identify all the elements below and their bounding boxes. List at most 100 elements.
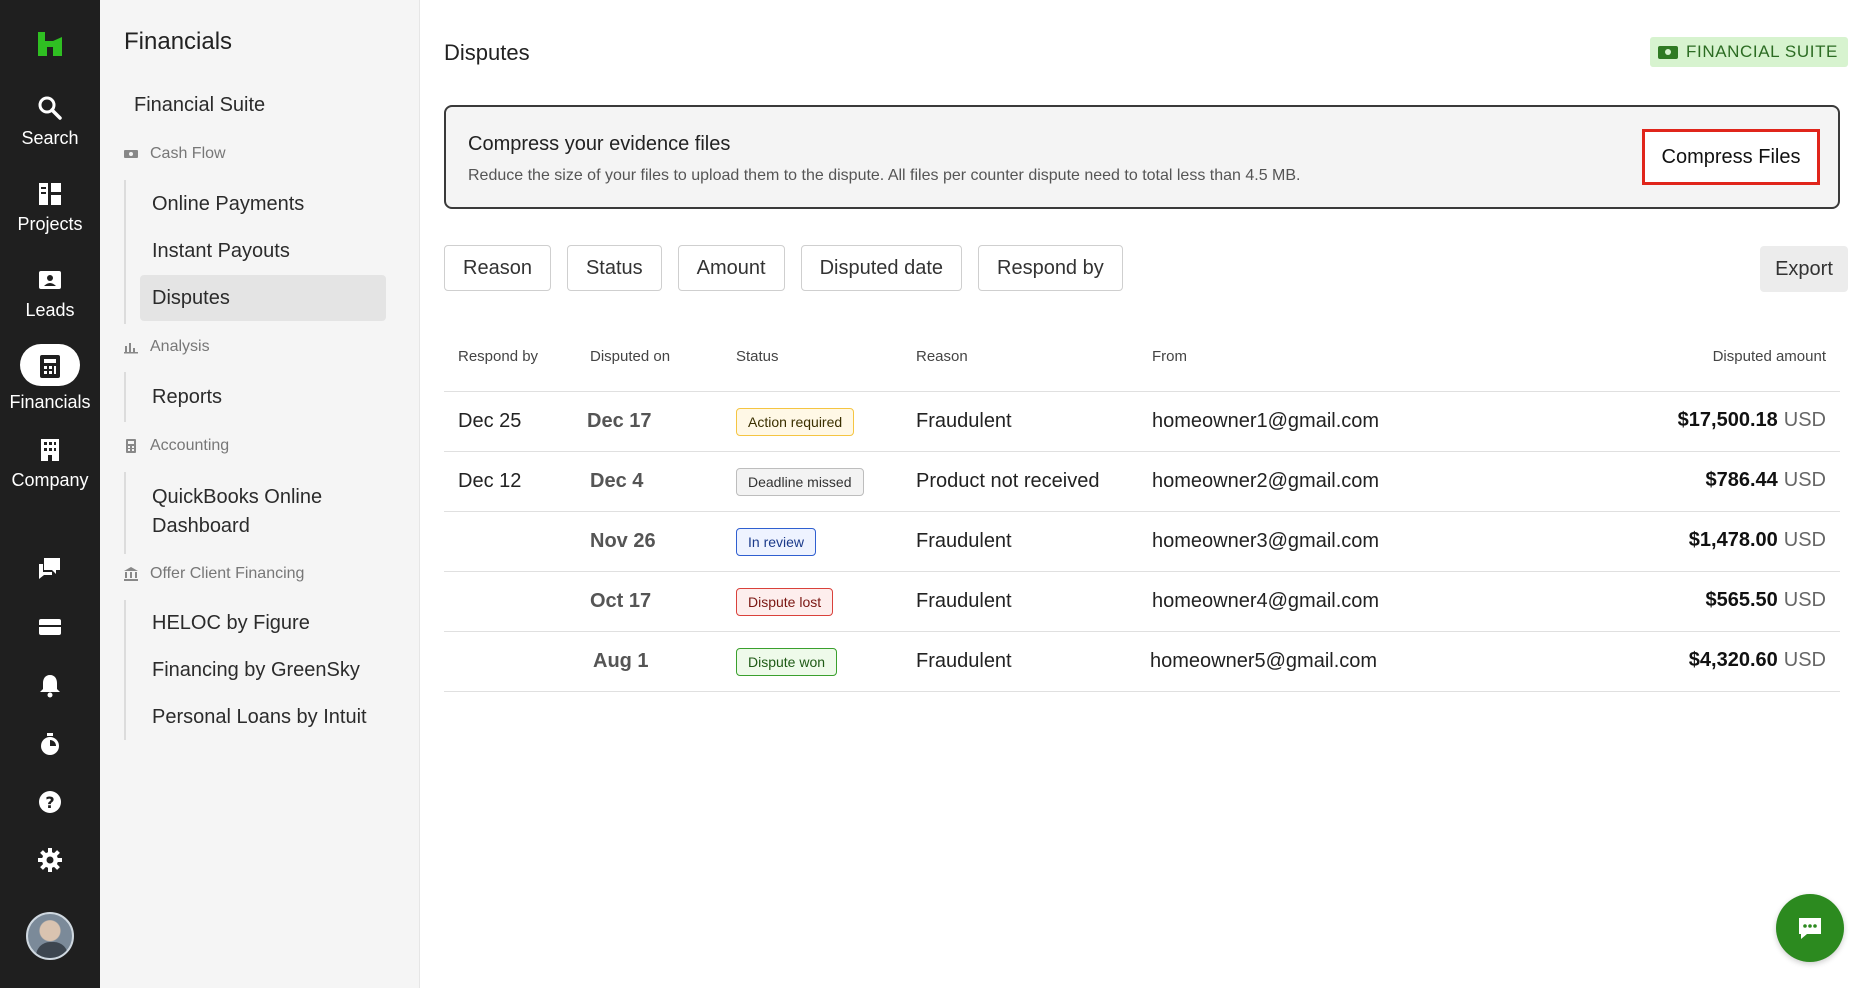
cash-icon [124, 150, 138, 158]
chat-button[interactable] [1776, 894, 1844, 962]
from-cell: homeowner1@gmail.com [1152, 410, 1380, 432]
amount-value: $17,500.18 [1677, 409, 1778, 431]
sidebar-item-personal-loans[interactable]: Personal Loans by Intuit [152, 706, 367, 729]
sidebar-item-financial-suite[interactable]: Financial Suite [134, 94, 265, 117]
section-client-financing: Offer Client Financing [124, 565, 304, 583]
section-divider [124, 472, 126, 554]
column-header[interactable]: Disputed amount [1713, 348, 1826, 365]
disputes-table: Respond by Disputed on Status Reason Fro… [444, 330, 1840, 692]
rail-label: Projects [17, 214, 83, 234]
disputed-on-cell: Aug 1 [593, 650, 649, 672]
section-label: Analysis [150, 338, 210, 355]
amount-value: $4,320.60 [1688, 649, 1778, 671]
table-row[interactable]: Nov 26 In review Fraudulent homeowner3@g… [444, 512, 1840, 572]
sidebar-item-instant-payouts[interactable]: Instant Payouts [152, 240, 290, 263]
from-cell: homeowner2@gmail.com [1152, 470, 1380, 492]
financial-suite-badge: FINANCIAL SUITE [1650, 37, 1848, 67]
rail-item-leads[interactable]: Leads [0, 266, 100, 321]
from-cell: homeowner3@gmail.com [1152, 530, 1380, 552]
disputed-on-cell: Nov 26 [590, 530, 656, 552]
compress-banner: Compress your evidence files Reduce the … [444, 105, 1840, 209]
sidebar-item-disputes[interactable]: Disputes [152, 287, 230, 310]
avatar[interactable] [26, 912, 74, 960]
banner-title: Compress your evidence files [468, 133, 731, 155]
amount-cell: $4,320.60 USD [1689, 649, 1826, 672]
sidebar-title: Financials [124, 28, 233, 55]
filter-amount-button[interactable]: Amount [677, 245, 785, 291]
from-cell: homeowner4@gmail.com [1152, 590, 1380, 612]
reason-cell: Product not received [916, 470, 1100, 492]
section-divider [124, 600, 126, 740]
filter-disputed-date-button[interactable]: Disputed date [800, 245, 962, 291]
section-cash-flow: Cash Flow [124, 145, 226, 163]
sidebar-item-quickbooks-dashboard[interactable]: QuickBooks Online Dashboard [152, 483, 322, 541]
rail-label: Search [21, 128, 79, 148]
bell-icon[interactable] [36, 672, 64, 700]
company-icon [41, 439, 59, 461]
table-row[interactable]: Dec 12 Dec 4 Deadline missed Product not… [444, 452, 1840, 512]
respond-by-cell: Dec 12 [458, 470, 522, 492]
rail-item-projects[interactable]: Projects [0, 180, 100, 235]
section-label: Cash Flow [150, 145, 226, 162]
section-divider [124, 180, 126, 324]
help-icon[interactable]: ? [36, 788, 64, 816]
sidebar-item-greensky[interactable]: Financing by GreenSky [152, 659, 360, 682]
column-header[interactable]: Reason [916, 348, 968, 365]
reason-cell: Fraudulent [916, 590, 1012, 612]
disputed-on-cell: Dec 4 [590, 470, 644, 492]
table-header: Respond by Disputed on Status Reason Fro… [444, 330, 1840, 392]
sidebar-item-online-payments[interactable]: Online Payments [152, 193, 304, 216]
rail-item-search[interactable]: Search [0, 94, 100, 149]
financials-sidebar: Financials Financial Suite Cash Flow Onl… [100, 0, 420, 988]
leads-icon [39, 271, 61, 289]
logo-icon[interactable] [36, 30, 64, 58]
table-row[interactable]: Oct 17 Dispute lost Fraudulent homeowner… [444, 572, 1840, 632]
sidebar-item-heloc[interactable]: HELOC by Figure [152, 612, 310, 635]
search-icon [38, 96, 62, 120]
compress-files-button[interactable]: Compress Files [1642, 129, 1820, 185]
section-label: Accounting [150, 437, 230, 454]
filter-reason-button[interactable]: Reason [444, 245, 551, 291]
inbox-icon[interactable] [36, 613, 64, 641]
filter-status-button[interactable]: Status [566, 245, 662, 291]
rail-label: Financials [9, 392, 91, 412]
page-title: Disputes [444, 40, 530, 65]
section-analysis: Analysis [124, 338, 210, 356]
column-header[interactable]: Respond by [458, 348, 538, 365]
amount-cell: $786.44 USD [1705, 469, 1826, 492]
sidebar-item-label: QuickBooks Online [152, 486, 323, 508]
rail-label: Leads [25, 300, 75, 320]
rail-item-company[interactable]: Company [0, 436, 100, 491]
gear-icon[interactable] [36, 846, 64, 874]
reason-cell: Fraudulent [916, 650, 1012, 672]
currency: USD [1783, 649, 1826, 671]
section-label: Offer Client Financing [150, 565, 305, 582]
column-header[interactable]: Status [736, 348, 779, 365]
rail-item-financials[interactable]: Financials [0, 344, 100, 413]
currency: USD [1783, 409, 1826, 431]
amount-cell: $1,478.00 USD [1689, 529, 1826, 552]
filter-bar: Reason Status Amount Disputed date Respo… [444, 245, 1123, 291]
column-header[interactable]: From [1152, 348, 1187, 365]
status-badge: Deadline missed [736, 468, 864, 496]
badge-label: FINANCIAL SUITE [1686, 42, 1838, 61]
column-header[interactable]: Disputed on [590, 348, 670, 365]
amount-cell: $565.50 USD [1705, 589, 1826, 612]
table-row[interactable]: Dec 25 Dec 17 Action required Fraudulent… [444, 392, 1840, 452]
disputed-on-cell: Dec 17 [587, 410, 652, 432]
currency: USD [1783, 529, 1826, 551]
sidebar-item-reports[interactable]: Reports [152, 386, 222, 409]
section-accounting: Accounting [124, 437, 229, 455]
table-row[interactable]: Aug 1 Dispute won Fraudulent homeowner5@… [444, 632, 1840, 692]
reason-cell: Fraudulent [916, 530, 1012, 552]
disputed-on-cell: Oct 17 [590, 590, 652, 612]
main-content: Disputes FINANCIAL SUITE Compress your e… [420, 0, 1862, 988]
section-divider [124, 372, 126, 422]
messages-icon[interactable] [36, 554, 64, 582]
from-cell: homeowner5@gmail.com [1150, 650, 1378, 672]
banner-text: Reduce the size of your files to upload … [468, 167, 1301, 184]
timer-icon[interactable] [36, 730, 64, 758]
export-button[interactable]: Export [1760, 246, 1848, 292]
currency: USD [1783, 469, 1826, 491]
filter-respond-by-button[interactable]: Respond by [978, 245, 1123, 291]
